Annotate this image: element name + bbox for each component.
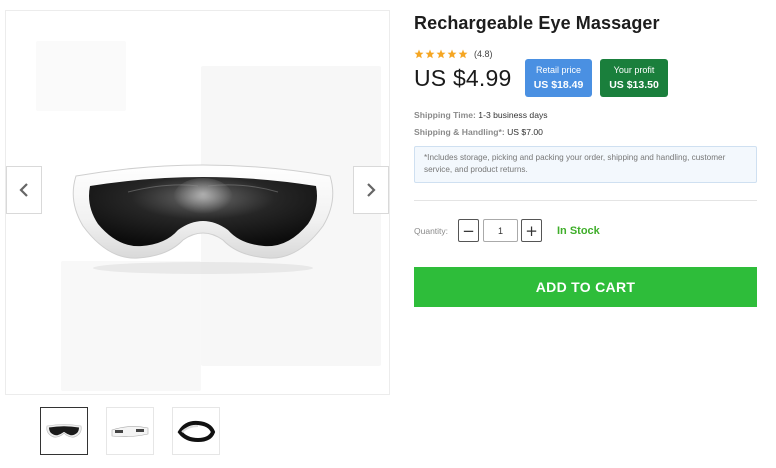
minus-icon: − — [462, 221, 475, 240]
shipping-time-label: Shipping Time: — [414, 110, 476, 120]
rating-stars — [414, 49, 468, 59]
divider — [414, 200, 757, 201]
profit-label: Your profit — [613, 65, 655, 75]
quantity-input[interactable] — [483, 219, 518, 242]
quantity-decrease-button[interactable]: − — [458, 219, 479, 242]
shipping-handling: Shipping & Handling*: US $7.00 — [414, 127, 543, 137]
product-price: US $4.99 — [414, 65, 512, 91]
shipping-handling-label: Shipping & Handling*: — [414, 127, 505, 137]
retail-price-value: US $18.49 — [533, 79, 584, 91]
star-icon — [436, 49, 446, 59]
chevron-left-icon — [19, 183, 28, 197]
quantity-increase-button[interactable]: + — [521, 219, 542, 242]
retail-price-label: Retail price — [535, 65, 582, 75]
quantity-label: Quantity: — [414, 226, 449, 236]
quantity-row: Quantity: − + In Stock — [414, 219, 757, 243]
retail-price-badge: Retail price US $18.49 — [525, 59, 592, 97]
product-image-gallery — [5, 10, 390, 395]
thumbnail-strip — [40, 407, 220, 455]
add-to-cart-button[interactable]: ADD TO CART — [414, 267, 757, 307]
star-icon — [414, 49, 424, 59]
product-info-panel: Rechargeable Eye Massager (4.8) US $4.99… — [414, 10, 757, 307]
background-packaging-image — [36, 41, 126, 111]
thumbnail-image — [111, 426, 149, 437]
shipping-note: *Includes storage, picking and packing y… — [414, 146, 757, 183]
stock-status: In Stock — [557, 225, 600, 237]
star-icon — [425, 49, 435, 59]
rating-value: (4.8) — [474, 49, 493, 59]
profit-badge: Your profit US $13.50 — [600, 59, 668, 97]
prev-image-button[interactable] — [6, 166, 42, 214]
shipping-handling-value: US $7.00 — [507, 127, 543, 137]
thumbnail-image — [46, 424, 82, 438]
price-row: US $4.99 Retail price US $18.49 Your pro… — [414, 59, 757, 99]
thumbnail-2[interactable] — [106, 407, 154, 455]
shipping-time: Shipping Time: 1-3 business days — [414, 110, 548, 120]
next-image-button[interactable] — [353, 166, 389, 214]
product-main-image — [72, 164, 334, 274]
background-packaging-image — [61, 261, 201, 391]
plus-icon: + — [525, 221, 538, 240]
thumbnail-3[interactable] — [172, 407, 220, 455]
product-title: Rechargeable Eye Massager — [414, 13, 660, 33]
profit-value: US $13.50 — [609, 79, 659, 91]
thumbnail-image — [177, 420, 216, 443]
shipping-time-value: 1-3 business days — [478, 110, 548, 120]
star-icon — [447, 49, 457, 59]
thumbnail-1[interactable] — [40, 407, 88, 455]
star-icon — [458, 49, 468, 59]
chevron-right-icon — [367, 183, 376, 197]
